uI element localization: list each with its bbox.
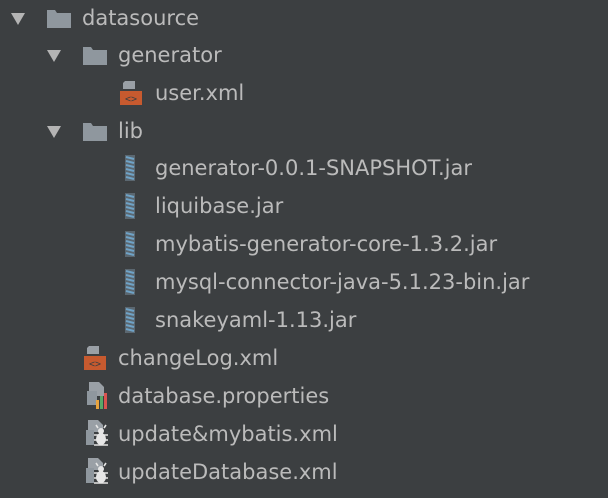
svg-text:<>: <>	[89, 359, 101, 370]
tree-node-jar[interactable]: mybatis-generator-core-1.3.2.jar	[0, 226, 608, 263]
properties-file-icon	[82, 381, 112, 411]
tree-node-label: mysql-connector-java-5.1.23-bin.jar	[155, 270, 530, 294]
tree-node-label: generator	[118, 43, 222, 67]
tree-node-user-xml[interactable]: <> user.xml	[0, 75, 608, 112]
tree-node-lib[interactable]: lib	[0, 113, 608, 150]
tree-node-label: user.xml	[155, 81, 245, 105]
tree-node-label: update&mybatis.xml	[118, 422, 338, 446]
project-tree: datasource generator <> user.xml lib gen…	[0, 0, 608, 498]
ant-build-icon	[82, 419, 112, 449]
tree-node-jar[interactable]: liquibase.jar	[0, 188, 608, 225]
tree-node-label: database.properties	[118, 384, 330, 408]
tree-node-datasource[interactable]: datasource	[0, 0, 608, 37]
tree-node-generator[interactable]: generator	[0, 37, 608, 74]
xml-file-icon: <>	[80, 343, 110, 373]
xml-file-icon: <>	[116, 78, 146, 108]
tree-node-jar[interactable]: snakeyaml-1.13.jar	[0, 302, 608, 339]
folder-icon	[80, 116, 110, 146]
tree-node-label: updateDatabase.xml	[118, 460, 338, 484]
tree-node-jar[interactable]: generator-0.0.1-SNAPSHOT.jar	[0, 150, 608, 187]
expand-arrow-icon[interactable]	[47, 126, 61, 138]
tree-node-label: mybatis-generator-core-1.3.2.jar	[155, 232, 498, 256]
folder-icon	[80, 40, 110, 70]
tree-node-label: generator-0.0.1-SNAPSHOT.jar	[155, 156, 473, 180]
tree-node-changelog-xml[interactable]: <> changeLog.xml	[0, 340, 608, 377]
jar-icon	[115, 153, 145, 183]
jar-icon	[115, 191, 145, 221]
tree-node-update-mybatis-xml[interactable]: update&mybatis.xml	[0, 416, 608, 453]
tree-node-label: liquibase.jar	[155, 194, 284, 218]
folder-icon	[44, 3, 74, 33]
tree-node-label: lib	[118, 119, 143, 143]
tree-node-updatedatabase-xml[interactable]: updateDatabase.xml	[0, 454, 608, 491]
expand-arrow-icon[interactable]	[47, 50, 61, 62]
jar-icon	[115, 267, 145, 297]
tree-node-label: datasource	[82, 6, 200, 30]
tree-node-jar[interactable]: mysql-connector-java-5.1.23-bin.jar	[0, 264, 608, 301]
tree-node-database-properties[interactable]: database.properties	[0, 378, 608, 415]
jar-icon	[115, 305, 145, 335]
expand-arrow-icon[interactable]	[11, 13, 25, 25]
jar-icon	[115, 229, 145, 259]
ant-build-icon	[82, 457, 112, 487]
tree-node-label: snakeyaml-1.13.jar	[155, 308, 357, 332]
tree-node-label: changeLog.xml	[118, 346, 279, 370]
svg-text:<>: <>	[125, 94, 137, 105]
